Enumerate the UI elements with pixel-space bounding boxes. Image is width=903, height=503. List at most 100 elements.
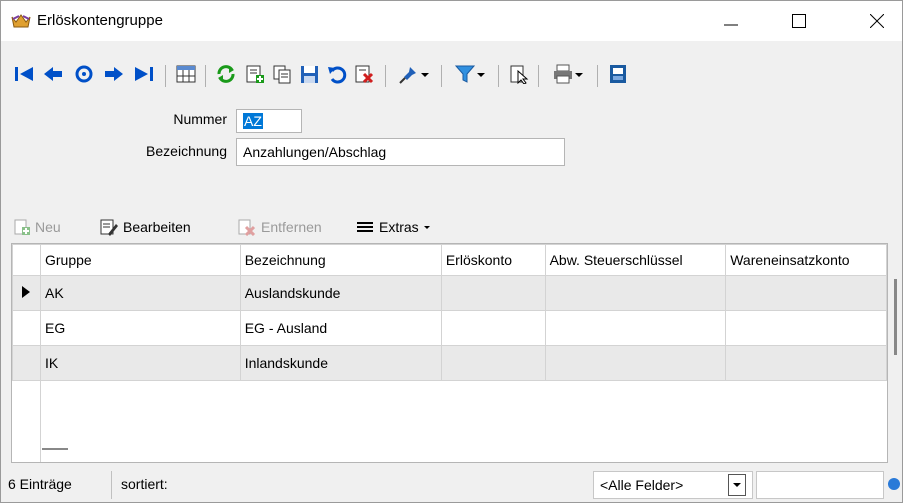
nummer-label: Nummer [173,111,227,127]
cell-wareneinsatzkonto[interactable] [725,345,887,381]
bezeichnung-label: Bezeichnung [146,143,227,159]
maximize-button[interactable] [776,1,822,41]
cell-gruppe[interactable]: EG [39,310,241,346]
cell-wareneinsatzkonto[interactable] [725,310,887,346]
search-go-icon[interactable] [888,478,900,490]
entfernen-label: Entfernen [261,219,322,235]
copy-record-button[interactable] [269,57,295,91]
grid-toolbar: Neu Bearbeiten Entfernen Extras [1,211,902,243]
cell-erloeskonto[interactable] [440,275,546,311]
edit-icon [100,219,118,236]
table-row[interactable]: AK Auslandskunde [12,275,887,311]
undo-button[interactable] [324,57,350,91]
print-icon [554,64,572,84]
horizontal-scroll-thumb[interactable] [42,448,68,450]
bearbeiten-button[interactable]: Bearbeiten [99,211,191,243]
vertical-scrollbar[interactable] [890,243,902,463]
status-separator [111,471,112,499]
sort-status: sortiert: [121,476,168,492]
entfernen-button[interactable]: Entfernen [237,211,322,243]
next-record-button[interactable] [101,57,127,91]
grid-table: Gruppe Bezeichnung Erlöskonto Abw. Steue… [12,244,887,381]
field-select-dropdown-button[interactable] [728,474,746,496]
print-button[interactable] [546,57,590,91]
toolbar-separator [385,65,386,87]
field-select[interactable]: <Alle Felder> [593,471,753,499]
chevron-down-icon [575,73,583,77]
cell-erloeskonto[interactable] [440,310,546,346]
new-record-icon [246,65,264,83]
row-indicator[interactable] [12,345,41,381]
grid-header-row: Gruppe Bezeichnung Erlöskonto Abw. Steue… [12,244,887,276]
selection-button[interactable] [506,57,532,91]
cell-steuerschluessel[interactable] [544,345,727,381]
row-indicator[interactable] [12,310,41,346]
column-header-bezeichnung[interactable]: Bezeichnung [239,244,442,276]
reload-button[interactable] [213,57,239,91]
data-grid: Gruppe Bezeichnung Erlöskonto Abw. Steue… [11,243,888,463]
cell-wareneinsatzkonto[interactable] [725,275,887,311]
next-record-icon [105,67,123,81]
toolbar-separator [165,65,166,87]
title-bar[interactable]: Erlöskontengruppe [1,1,902,41]
save-button[interactable] [297,57,323,91]
chevron-down-icon [421,73,429,77]
column-header-gruppe[interactable]: Gruppe [39,244,241,276]
new-record-button[interactable] [242,57,268,91]
row-indicator-header [12,244,41,276]
table-row[interactable]: EG EG - Ausland [12,310,887,346]
layout-icon [610,65,626,83]
cell-gruppe[interactable]: AK [39,275,241,311]
row-indicator[interactable] [12,275,41,311]
last-record-button[interactable] [131,57,157,91]
table-view-button[interactable] [173,57,199,91]
delete-icon [238,219,256,236]
menu-icon [357,222,373,232]
bearbeiten-label: Bearbeiten [123,219,191,235]
vertical-scroll-thumb[interactable] [894,279,897,355]
record-count: 6 Einträge [8,476,72,492]
pin-button[interactable] [393,57,435,91]
toolbar-separator [205,65,206,87]
toolbar-separator [597,65,598,87]
prev-record-button[interactable] [40,57,66,91]
selection-icon [510,65,529,84]
new-record-icon [14,219,30,235]
neu-button[interactable]: Neu [13,211,61,243]
column-header-steuerschluessel[interactable]: Abw. Steuerschlüssel [544,244,727,276]
filter-button[interactable] [449,57,491,91]
refresh-record-button[interactable] [71,57,97,91]
column-header-wareneinsatzkonto[interactable]: Wareneinsatzkonto [725,244,887,276]
bezeichnung-field[interactable]: Anzahlungen/Abschlag [236,138,565,166]
layout-button[interactable] [605,57,631,91]
delete-button[interactable] [351,57,377,91]
cell-erloeskonto[interactable] [440,345,546,381]
table-view-icon [176,65,196,83]
main-toolbar [1,57,902,91]
close-button[interactable] [854,1,900,41]
extras-button[interactable]: Extras [355,211,431,243]
cell-steuerschluessel[interactable] [544,310,727,346]
cell-gruppe[interactable]: IK [39,345,241,381]
toolbar-separator [441,65,442,87]
minimize-icon [724,24,738,26]
filter-icon [454,65,476,83]
column-header-erloeskonto[interactable]: Erlöskonto [440,244,546,276]
nummer-field[interactable]: AZ [236,109,302,133]
extras-label: Extras [379,219,419,235]
last-record-icon [135,67,153,81]
cell-bezeichnung[interactable]: Inlandskunde [239,345,442,381]
minimize-button[interactable] [708,1,754,41]
search-input[interactable] [756,471,884,499]
save-icon [301,66,318,83]
cell-steuerschluessel[interactable] [544,275,727,311]
delete-icon [355,65,374,84]
table-row[interactable]: IK Inlandskunde [12,345,887,381]
field-select-value: <Alle Felder> [600,477,684,493]
cell-bezeichnung[interactable]: Auslandskunde [239,275,442,311]
first-record-button[interactable] [11,57,37,91]
chevron-down-icon [477,73,485,77]
cell-bezeichnung[interactable]: EG - Ausland [239,310,442,346]
prev-record-icon [44,67,62,81]
neu-label: Neu [35,219,61,235]
